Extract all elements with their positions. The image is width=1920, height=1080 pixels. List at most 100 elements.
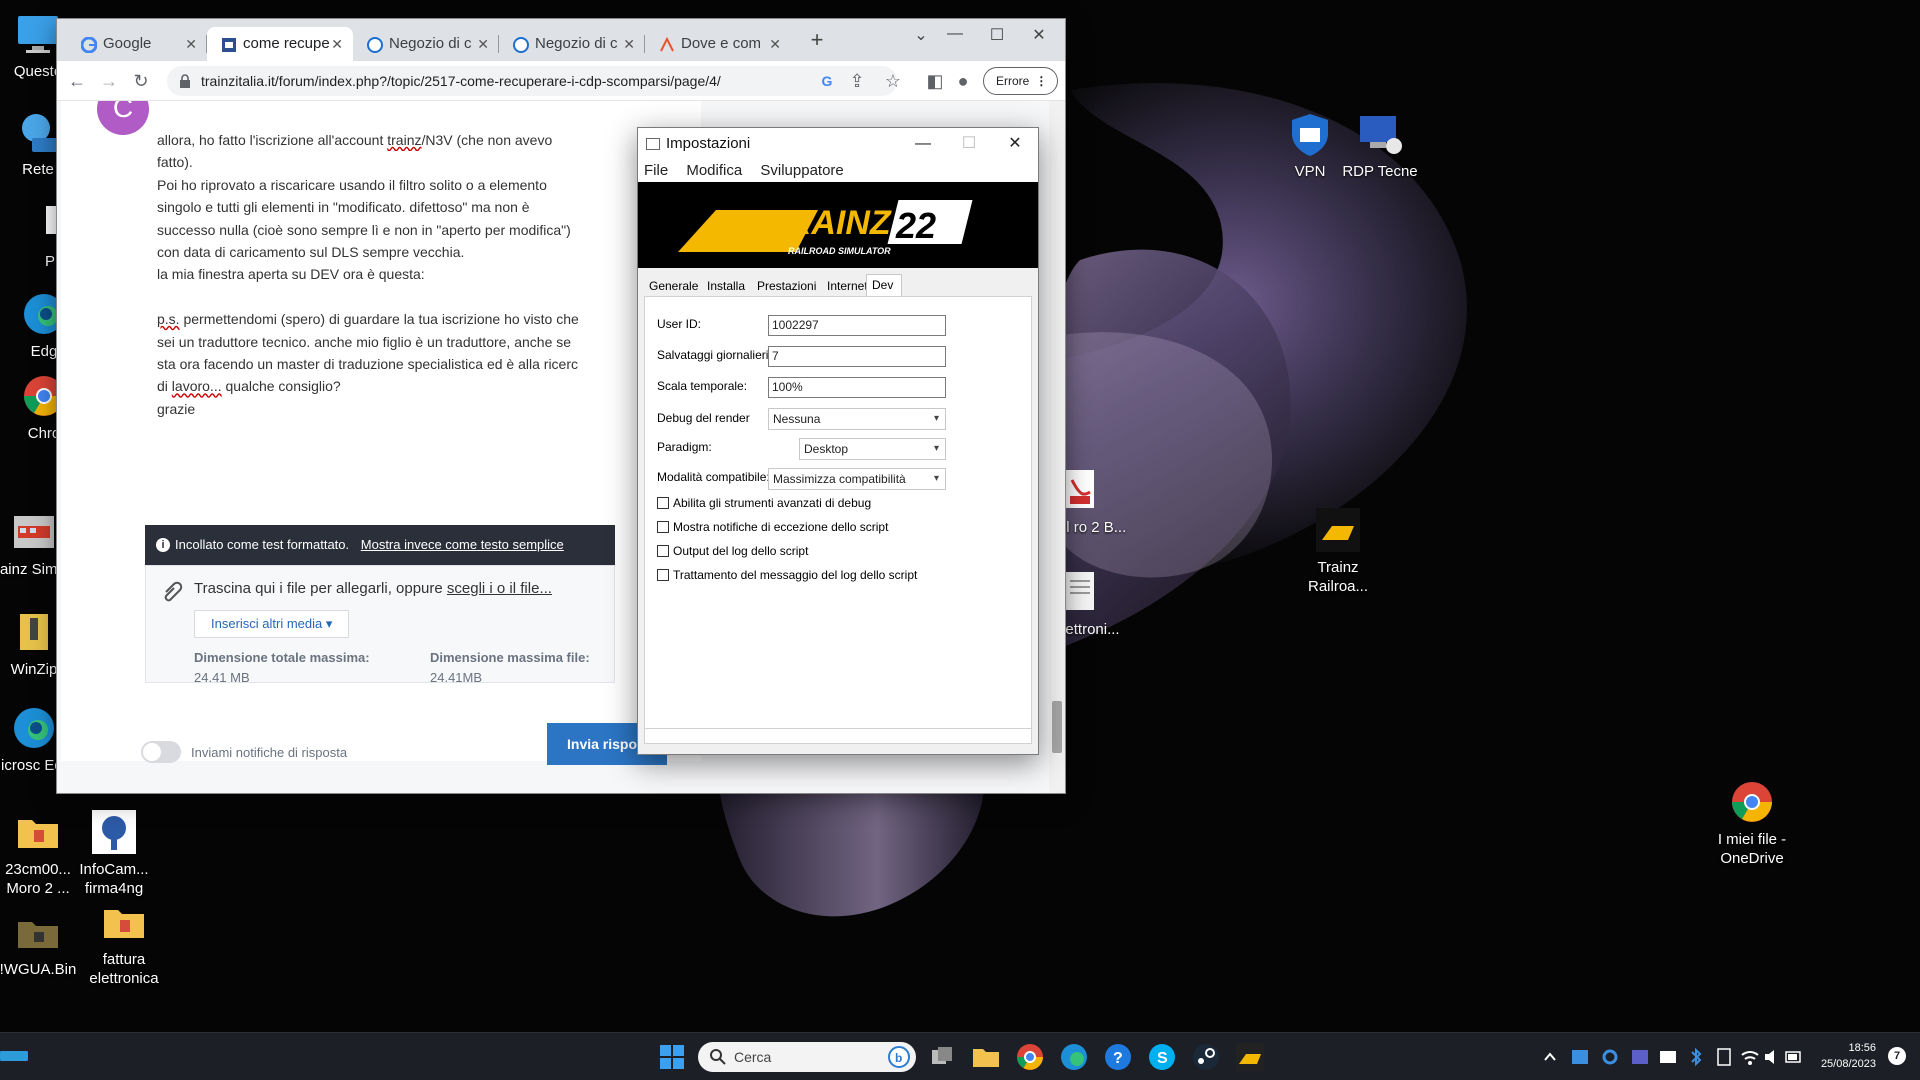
share-icon[interactable]: ⇪ [847,71,867,91]
task-view-icon[interactable] [926,1041,958,1073]
tab-generale[interactable]: Generale [644,276,703,296]
script-exception-checkbox[interactable]: Mostra notifiche di eccezione dello scri… [657,520,888,534]
tab-google[interactable]: Google ✕ [67,27,207,61]
skype-icon[interactable]: S [1146,1041,1178,1073]
file-explorer-icon[interactable] [970,1041,1002,1073]
post-line: p.s. permettendomi (spero) di guardare l… [157,311,579,328]
choose-files-link[interactable]: scegli i o il file... [447,580,552,597]
teams-icon[interactable] [1630,1041,1650,1073]
close-icon[interactable]: ✕ [623,27,635,61]
close-icon[interactable]: ✕ [769,27,781,61]
maximize-button[interactable]: ☐ [946,128,992,160]
desktop-icon-onedrive[interactable]: I miei file - OneDrive [1704,778,1800,868]
forward-arrow-icon[interactable]: → [99,71,119,91]
dev-tab-panel: User ID: 1002297 Salvataggi giornalieri:… [644,296,1032,744]
onedrive-tray-icon[interactable] [1658,1041,1678,1073]
bluetooth-icon[interactable] [1686,1041,1706,1073]
clipboard-icon[interactable] [1714,1041,1734,1073]
close-icon[interactable]: ✕ [185,27,197,61]
compat-mode-select[interactable]: Massimizza compatibilità ▾ [768,468,946,490]
plain-text-link[interactable]: Mostra invece come testo semplice [361,537,564,552]
desktop-icon-trainz-railroad[interactable]: Trainz Railroa... [1290,506,1386,596]
chevron-down-icon: ▾ [933,413,939,424]
notification-badge[interactable]: 7 [1888,1047,1906,1065]
minimize-button[interactable]: — [937,25,973,43]
close-icon[interactable]: ✕ [477,27,489,61]
steam-icon[interactable] [1190,1041,1222,1073]
infocamere-icon [92,810,136,854]
trainz-taskbar-icon[interactable] [1234,1041,1266,1073]
post-editor-text[interactable]: allora, ho fatto l'iscrizione all'accoun… [157,129,677,420]
close-dialog-button[interactable]: ✕ [992,128,1038,160]
user-id-field[interactable]: 1002297 [768,315,946,336]
desktop-icon-rdp[interactable]: RDP Tecne [1332,110,1428,181]
tab-strip: Google ✕ come recupe ✕ Negozio di c ✕ Ne… [57,19,1065,61]
tab-negozio-2[interactable]: Negozio di c ✕ [499,27,645,61]
script-log-output-checkbox[interactable]: Output del log dello script [657,544,808,558]
script-log-message-checkbox[interactable]: Trattamento del messaggio del log dello … [657,568,917,582]
bookmark-star-icon[interactable]: ☆ [883,71,903,91]
menu-file[interactable]: File [644,162,668,179]
notify-replies-toggle[interactable] [141,741,181,763]
tab-installa[interactable]: Installa [702,276,750,296]
battery-icon[interactable] [1784,1041,1804,1073]
menu-modifica[interactable]: Modifica [686,162,742,179]
desktop-icon-infocam[interactable]: InfoCam... firma4ng [66,808,162,898]
tab-dove-e-come[interactable]: Dove e com ✕ [645,27,791,61]
profile-error-button[interactable]: Errore ⋮ [983,67,1059,95]
kebab-menu-icon: ⋮ [1035,74,1048,88]
tab-search-icon[interactable]: ⌄ [903,25,939,45]
trainz-icon [1316,508,1360,552]
minimize-button[interactable]: — [900,128,946,160]
render-debug-select[interactable]: Nessuna ▾ [768,408,946,430]
attachment-area[interactable]: Trascina qui i file per allegarli, oppur… [145,565,615,685]
page-scrollbar[interactable] [1049,101,1065,793]
address-bar[interactable]: trainzitalia.it/forum/index.php?/topic/2… [167,66,897,96]
close-icon[interactable]: ✕ [331,27,343,61]
widgets-icon[interactable] [0,1049,28,1063]
insert-media-button[interactable]: Inserisci altri media ▾ [194,610,350,638]
dialog-status-divider [644,728,1032,729]
post-line: singolo e tutti gli elementi in "modific… [157,199,530,216]
post-line: successo nulla (cioè sono sempre lì e no… [157,221,571,238]
taskbar-search-box[interactable]: Cerca b [698,1042,916,1072]
paradigm-select[interactable]: Desktop ▾ [799,438,946,460]
maximize-button[interactable]: ☐ [979,25,1015,45]
volume-icon[interactable] [1762,1041,1782,1073]
tray-app-icon[interactable] [1570,1041,1590,1073]
wifi-icon[interactable] [1740,1041,1760,1073]
chrome-icon[interactable] [1014,1041,1046,1073]
post-line: con data di caricamento sul DLS sempre v… [157,244,465,261]
taskbar: Cerca b ? S 18:56 25/08/2023 7 [0,1032,1920,1080]
trainz-logo-text: TRAINZ [766,204,892,242]
taskbar-clock[interactable]: 18:56 25/08/2023 [1821,1040,1876,1072]
google-lens-icon[interactable]: G [817,71,837,91]
notify-replies-label: Inviami notifiche di risposta [191,745,348,760]
close-window-button[interactable]: ✕ [1021,25,1057,45]
desktop-icon-fattura[interactable]: fattura elettronica [76,898,172,988]
help-icon[interactable]: ? [1102,1041,1134,1073]
menu-sviluppatore[interactable]: Sviluppatore [760,162,843,179]
back-arrow-icon[interactable]: ← [67,71,87,91]
reload-icon[interactable]: ↻ [131,71,151,91]
post-line: sta ora facendo un master di traduzione … [157,356,578,373]
time-scale-field[interactable]: 100% [768,377,946,398]
scrollbar-thumb[interactable] [1052,701,1062,753]
profile-avatar-icon[interactable]: ● [953,71,973,91]
edge-icon[interactable] [1058,1041,1090,1073]
daily-saves-field[interactable]: 7 [768,346,946,367]
new-tab-button[interactable]: + [799,27,835,53]
side-panel-icon[interactable]: ◧ [925,71,945,91]
advanced-debug-checkbox[interactable]: Abilita gli strumenti avanzati di debug [657,496,871,510]
desktop-icon-wgua[interactable]: !WGUA.Bin [0,908,86,979]
post-line: la mia finestra aperta su DEV ora è ques… [157,266,425,283]
tray-sync-icon[interactable] [1600,1041,1620,1073]
tab-come-recuperare[interactable]: come recupe ✕ [207,27,353,61]
tab-dev[interactable]: Dev [866,274,902,296]
tab-negozio-1[interactable]: Negozio di c ✕ [353,27,499,61]
shield-icon [1292,114,1328,156]
lock-icon [180,74,190,88]
chevron-up-icon[interactable] [1540,1041,1560,1073]
tab-prestazioni[interactable]: Prestazioni [752,276,821,296]
windows-start-icon[interactable] [656,1041,688,1073]
